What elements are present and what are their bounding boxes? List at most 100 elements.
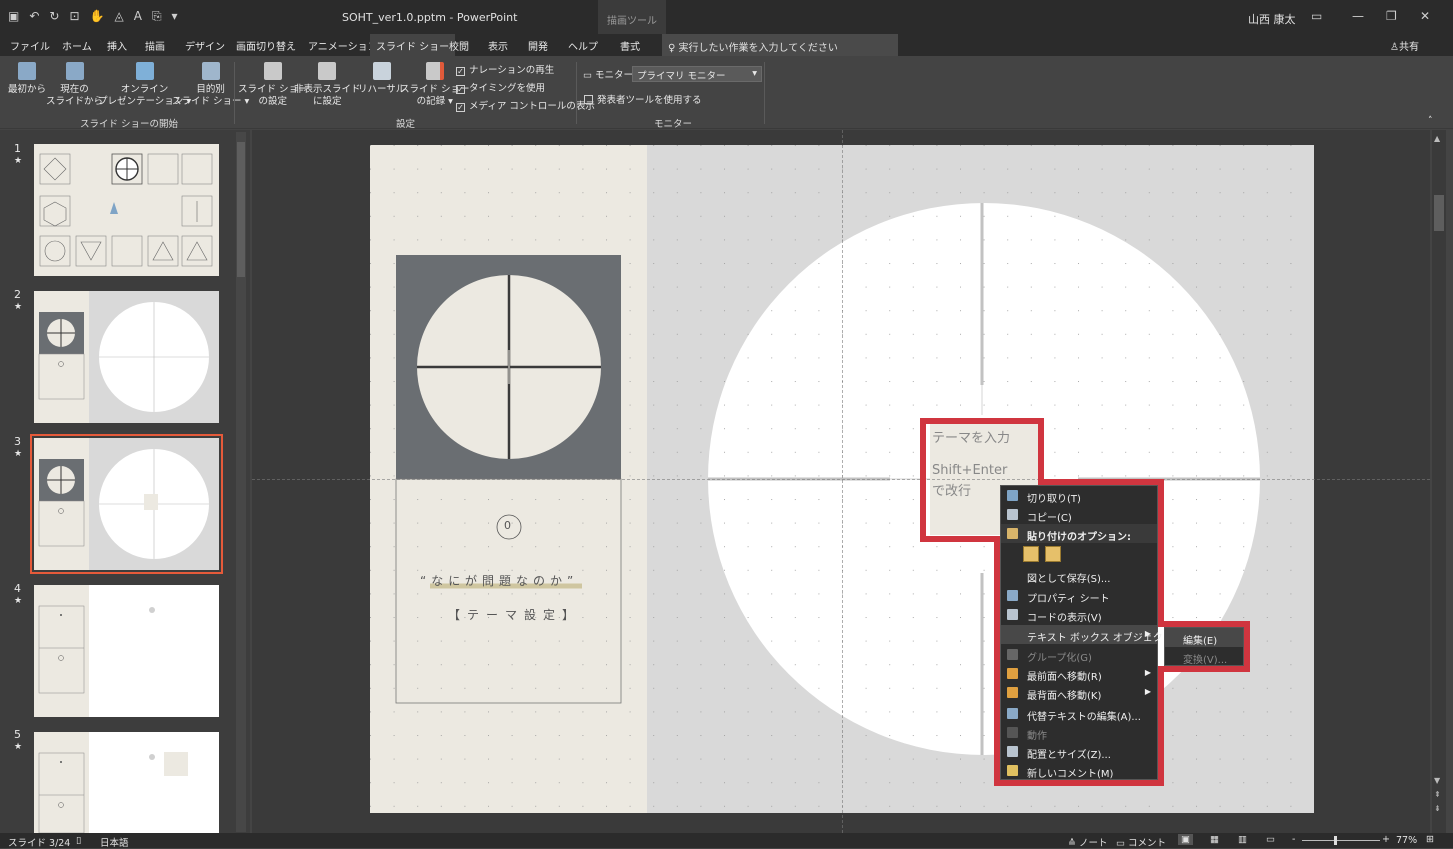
slide-thumbnail-2[interactable] bbox=[34, 291, 219, 423]
tell-me-text: 実行したい作業を入力してください bbox=[678, 43, 838, 54]
paste-icon[interactable]: ⎘ bbox=[152, 9, 162, 24]
thumb-2-graphic bbox=[34, 291, 209, 423]
tab-draw[interactable]: 描画 bbox=[145, 38, 165, 53]
share-button[interactable]: ♙共有 bbox=[1390, 38, 1419, 53]
menu-item-label: 図として保存(S)... bbox=[1027, 574, 1111, 585]
narration-checkbox[interactable]: ✓ ナレーションの再生 bbox=[456, 62, 554, 76]
scroll-up-icon[interactable]: ▲ bbox=[1434, 134, 1440, 143]
question-text[interactable]: “なにが問題なのか” bbox=[420, 572, 578, 589]
from-current-button[interactable]: 現在の スライドから bbox=[46, 62, 103, 108]
quick-access-toolbar: ▣ ↶ ↻ ⊡ ✋ ◬ A ⎘ ▾ bbox=[8, 9, 178, 24]
monitor-dropdown[interactable]: プライマリ モニター ▾ bbox=[632, 66, 762, 82]
zoom-out-icon[interactable]: - bbox=[1292, 834, 1295, 845]
save-icon[interactable]: ▣ bbox=[8, 9, 19, 24]
undo-icon[interactable]: ↶ bbox=[29, 9, 39, 24]
comments-label: コメント bbox=[1128, 838, 1167, 849]
hand-icon[interactable]: ✋ bbox=[90, 9, 105, 24]
checkbox-checked-icon: ✓ bbox=[456, 67, 465, 76]
tab-developer[interactable]: 開発 bbox=[528, 38, 548, 53]
spellcheck-icon[interactable]: ▯ bbox=[76, 835, 81, 846]
menu-item-textbox-object[interactable]: テキスト ボックス オブジェクト(O) ▶ bbox=[1001, 625, 1188, 644]
menu-item-cut[interactable]: 切り取り(T) bbox=[1001, 486, 1157, 505]
slideshow-view-icon[interactable]: ▭ bbox=[1266, 834, 1275, 845]
menu-item-copy[interactable]: コピー(C) bbox=[1001, 505, 1157, 524]
slide-thumbnail-1[interactable] bbox=[34, 144, 219, 276]
tab-animations[interactable]: アニメーション bbox=[308, 38, 378, 53]
menu-item-view-code[interactable]: コードの表示(V) bbox=[1001, 605, 1157, 624]
tab-view[interactable]: 表示 bbox=[488, 38, 508, 53]
notes-button[interactable]: ≙ ノート bbox=[1068, 835, 1108, 849]
paste-keep-format-icon[interactable] bbox=[1023, 546, 1039, 562]
paste-picture-icon[interactable] bbox=[1045, 546, 1061, 562]
menu-item-bring-to-front[interactable]: 最前面へ移動(R) ▶ bbox=[1001, 664, 1157, 683]
tab-design[interactable]: デザイン bbox=[185, 38, 225, 53]
submenu-item-edit[interactable]: 編集(E) bbox=[1165, 628, 1243, 647]
scrollbar-thumb[interactable] bbox=[237, 142, 245, 277]
media-controls-checkbox[interactable]: ✓ メディア コントロールの表示 bbox=[456, 98, 595, 112]
font-size-icon[interactable]: A bbox=[134, 9, 142, 24]
menu-item-label: 新しいコメント(M) bbox=[1027, 769, 1114, 780]
menu-item-edit-alt-text[interactable]: 代替テキストの編集(A)... bbox=[1001, 704, 1157, 723]
hide-slide-button[interactable]: 非表示スライド に設定 bbox=[294, 62, 361, 108]
close-icon[interactable]: ✕ bbox=[1420, 9, 1430, 23]
tab-insert[interactable]: 挿入 bbox=[107, 38, 127, 53]
tab-format[interactable]: 書式 bbox=[620, 38, 640, 53]
menu-item-new-comment[interactable]: 新しいコメント(M) bbox=[1001, 761, 1157, 780]
user-name[interactable]: 山西 康太 bbox=[1248, 11, 1296, 27]
shape-fill-icon[interactable]: ◬ bbox=[114, 9, 123, 24]
thumbnail-scrollbar[interactable] bbox=[236, 132, 246, 832]
tell-me-search[interactable]: ♀ 実行したい作業を入力してください bbox=[662, 34, 898, 56]
previous-slide-icon[interactable]: ⇞ bbox=[1434, 790, 1441, 799]
slide-thumbnail-4[interactable] bbox=[34, 585, 219, 717]
tab-help[interactable]: ヘルプ bbox=[568, 38, 598, 53]
customize-qat-icon[interactable]: ▾ bbox=[172, 9, 178, 24]
presenter-view-checkbox[interactable]: 発表者ツールを使用する bbox=[584, 92, 702, 106]
zoom-slider[interactable] bbox=[1302, 840, 1380, 841]
horizontal-guide[interactable] bbox=[252, 479, 1430, 480]
tab-file[interactable]: ファイル bbox=[10, 38, 50, 53]
tab-transitions[interactable]: 画面切り替え bbox=[236, 38, 296, 53]
menu-item-send-to-back[interactable]: 最背面へ移動(K) ▶ bbox=[1001, 683, 1157, 702]
fit-slide-icon[interactable]: ⊞ bbox=[1426, 834, 1434, 845]
from-beginning-button[interactable]: 最初から bbox=[8, 62, 46, 96]
comments-button[interactable]: ▭ コメント bbox=[1116, 835, 1166, 849]
slide-thumbnail-5[interactable] bbox=[34, 732, 219, 833]
tab-review[interactable]: 校閲 bbox=[449, 38, 469, 53]
slide-counter[interactable]: スライド 3/24 bbox=[8, 835, 70, 849]
normal-view-icon[interactable]: ▣ bbox=[1178, 834, 1193, 845]
restore-icon[interactable]: ❐ bbox=[1386, 9, 1397, 23]
slide-sorter-icon[interactable]: ▦ bbox=[1210, 834, 1219, 845]
timing-checkbox[interactable]: ✓ タイミングを使用 bbox=[456, 80, 545, 94]
zoom-in-icon[interactable]: + bbox=[1382, 834, 1390, 845]
redo-icon[interactable]: ↻ bbox=[49, 9, 59, 24]
rehearse-timings-button[interactable]: リハーサル bbox=[358, 62, 405, 96]
vertical-guide[interactable] bbox=[842, 130, 843, 833]
scrollbar-thumb[interactable] bbox=[1434, 195, 1444, 231]
editor-scrollbar[interactable]: ▲ ▼ ⇞ ⇟ bbox=[1432, 130, 1446, 833]
zoom-level[interactable]: 77% bbox=[1396, 835, 1417, 846]
next-slide-icon[interactable]: ⇟ bbox=[1434, 804, 1441, 813]
scroll-down-icon[interactable]: ▼ bbox=[1434, 776, 1440, 785]
tab-home[interactable]: ホーム bbox=[62, 38, 92, 53]
slide-thumbnail-3[interactable] bbox=[30, 434, 223, 574]
stopwatch-icon bbox=[372, 62, 391, 80]
language-indicator[interactable]: 日本語 bbox=[100, 835, 129, 849]
custom-label-1: 目的別 bbox=[196, 84, 225, 95]
reading-view-icon[interactable]: ▥ bbox=[1238, 834, 1247, 845]
tab-slideshow[interactable]: スライド ショー bbox=[370, 34, 456, 56]
theme-setting-text[interactable]: 【テーマ設定】 bbox=[448, 606, 581, 623]
menu-item-size-position[interactable]: 配置とサイズ(Z)... bbox=[1001, 742, 1157, 761]
slideshow-icon[interactable]: ⊡ bbox=[69, 9, 79, 24]
minimize-icon[interactable]: — bbox=[1352, 9, 1364, 23]
menu-item-group: グループ化(G) bbox=[1001, 645, 1157, 664]
zoom-slider-thumb[interactable] bbox=[1334, 836, 1337, 845]
counter-text: 0 bbox=[504, 519, 511, 532]
submenu-item-label: 変換(V)... bbox=[1183, 655, 1228, 666]
title-bar: ▣ ↶ ↻ ⊡ ✋ ◬ A ⎘ ▾ SOHT_ver1.0.pptm - Pow… bbox=[0, 0, 1453, 34]
menu-item-property-sheet[interactable]: プロパティ シート bbox=[1001, 586, 1157, 605]
collapse-ribbon-icon[interactable]: ˄ bbox=[1428, 116, 1433, 126]
menu-item-save-as-picture[interactable]: 図として保存(S)... bbox=[1001, 566, 1157, 585]
bring-front-icon bbox=[1007, 668, 1018, 679]
ribbon-display-options-icon[interactable]: ▭ bbox=[1311, 9, 1322, 23]
textbox-line-3: で改行 bbox=[932, 484, 972, 499]
